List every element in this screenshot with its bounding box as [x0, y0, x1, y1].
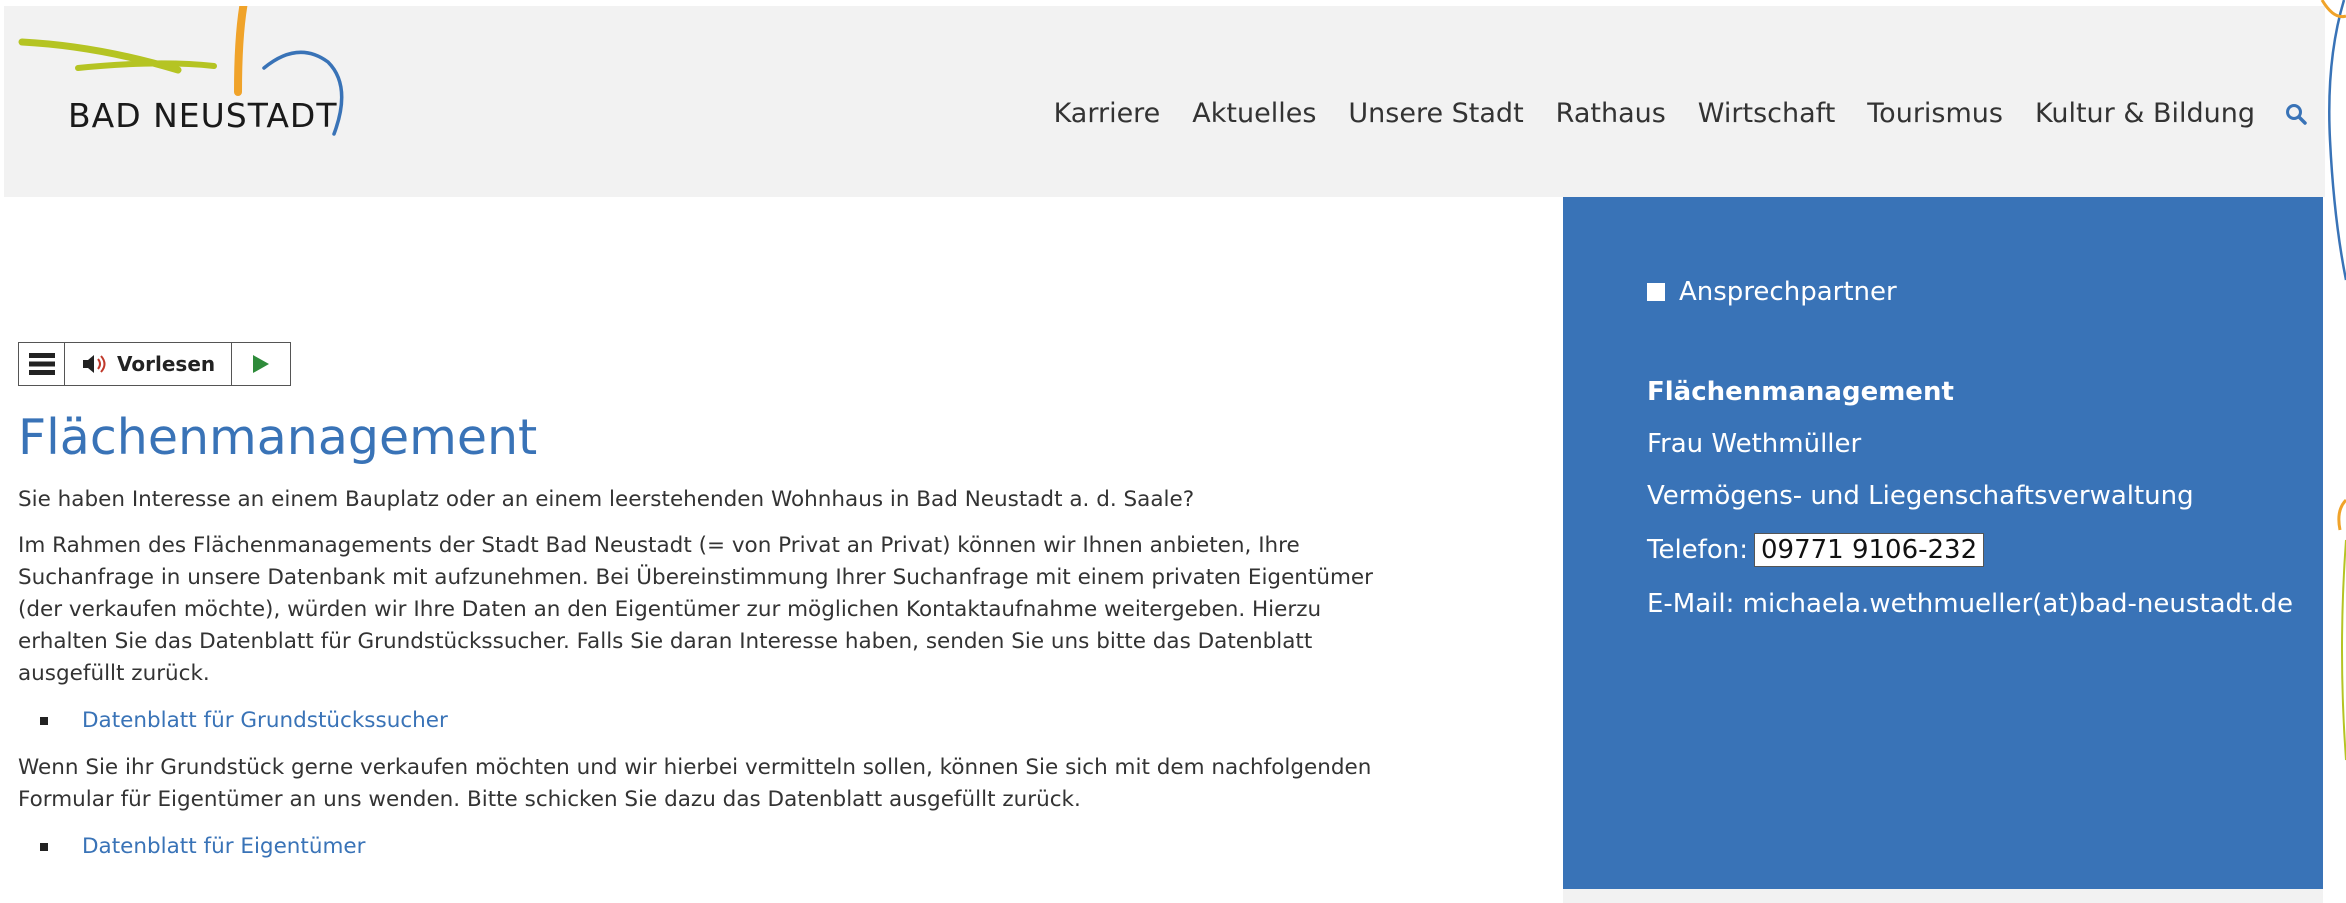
- main-nav: Karriere Aktuelles Unsere Stadt Rathaus …: [1038, 98, 2311, 129]
- contact-department: Flächenmanagement: [1647, 377, 1954, 407]
- square-icon: [1647, 283, 1665, 301]
- search-icon: [2286, 103, 2307, 125]
- nav-item-tourismus[interactable]: Tourismus: [1851, 98, 2019, 129]
- description-text: Im Rahmen des Flächenmanagements der Sta…: [18, 533, 1374, 687]
- link-datenblatt-grundstueckssucher[interactable]: Datenblatt für Grundstückssucher: [82, 708, 448, 733]
- read-aloud-menu-button[interactable]: [19, 343, 65, 385]
- nav-item-rathaus[interactable]: Rathaus: [1540, 98, 1682, 129]
- contact-section-heading: Ansprechpartner: [1647, 277, 2323, 307]
- list-item: Datenblatt für Grundstückssucher: [18, 704, 1398, 738]
- play-button[interactable]: [232, 343, 290, 385]
- contact-office: Vermögens- und Liegenschaftsverwaltung: [1647, 481, 2194, 511]
- page: BAD NEUSTADT Karriere Aktuelles Unsere S…: [0, 0, 2346, 903]
- owner-text: Wenn Sie ihr Grundstück gerne verkaufen …: [18, 755, 1372, 813]
- link-list: Datenblatt für Grundstückssucher: [18, 704, 1398, 738]
- hamburger-icon: [28, 353, 55, 375]
- site-header: BAD NEUSTADT Karriere Aktuelles Unsere S…: [4, 0, 2325, 197]
- intro-text: Sie haben Interesse an einem Bauplatz od…: [18, 487, 1195, 513]
- page-title: Flächenmanagement: [18, 409, 538, 466]
- read-aloud-toolbar: Vorlesen: [18, 342, 292, 386]
- list-item: Datenblatt für Eigentümer: [18, 830, 1398, 864]
- contact-person: Frau Wethmüller: [1647, 429, 1862, 459]
- contact-phone-line: Telefon: 09771 9106-232: [1647, 533, 2323, 567]
- search-button[interactable]: [2281, 99, 2311, 129]
- link-list: Datenblatt für Eigentümer: [18, 830, 1398, 864]
- sidebar-footer-strip: [1563, 889, 2323, 903]
- nav-item-kultur-bildung[interactable]: Kultur & Bildung: [2019, 98, 2271, 129]
- site-logo[interactable]: BAD NEUSTADT: [18, 0, 358, 146]
- play-icon: [253, 355, 270, 373]
- speaker-icon: [83, 355, 106, 373]
- logo-text: BAD NEUSTADT: [68, 96, 338, 135]
- main-content: Flächenmanagement Sie haben Interesse an…: [18, 409, 1398, 878]
- phone-label: Telefon:: [1647, 535, 1748, 565]
- nav-item-wirtschaft[interactable]: Wirtschaft: [1682, 98, 1851, 129]
- contact-email[interactable]: E-Mail: michaela.wethmueller(at)bad-neus…: [1647, 589, 2323, 619]
- nav-item-karriere[interactable]: Karriere: [1038, 98, 1177, 129]
- nav-item-aktuelles[interactable]: Aktuelles: [1176, 98, 1332, 129]
- bullet-icon: [40, 843, 48, 852]
- phone-number[interactable]: 09771 9106-232: [1753, 533, 1985, 567]
- nav-item-unsere-stadt[interactable]: Unsere Stadt: [1332, 98, 1539, 129]
- bullet-icon: [40, 717, 48, 726]
- contact-section-label: Ansprechpartner: [1679, 277, 1897, 307]
- link-datenblatt-eigentuemer[interactable]: Datenblatt für Eigentümer: [82, 834, 366, 859]
- contact-sidebar: Ansprechpartner Flächenmanagement Frau W…: [1563, 197, 2323, 889]
- read-aloud-button[interactable]: Vorlesen: [65, 343, 233, 385]
- read-aloud-label: Vorlesen: [117, 352, 216, 376]
- decorative-swirl: [2320, 0, 2346, 761]
